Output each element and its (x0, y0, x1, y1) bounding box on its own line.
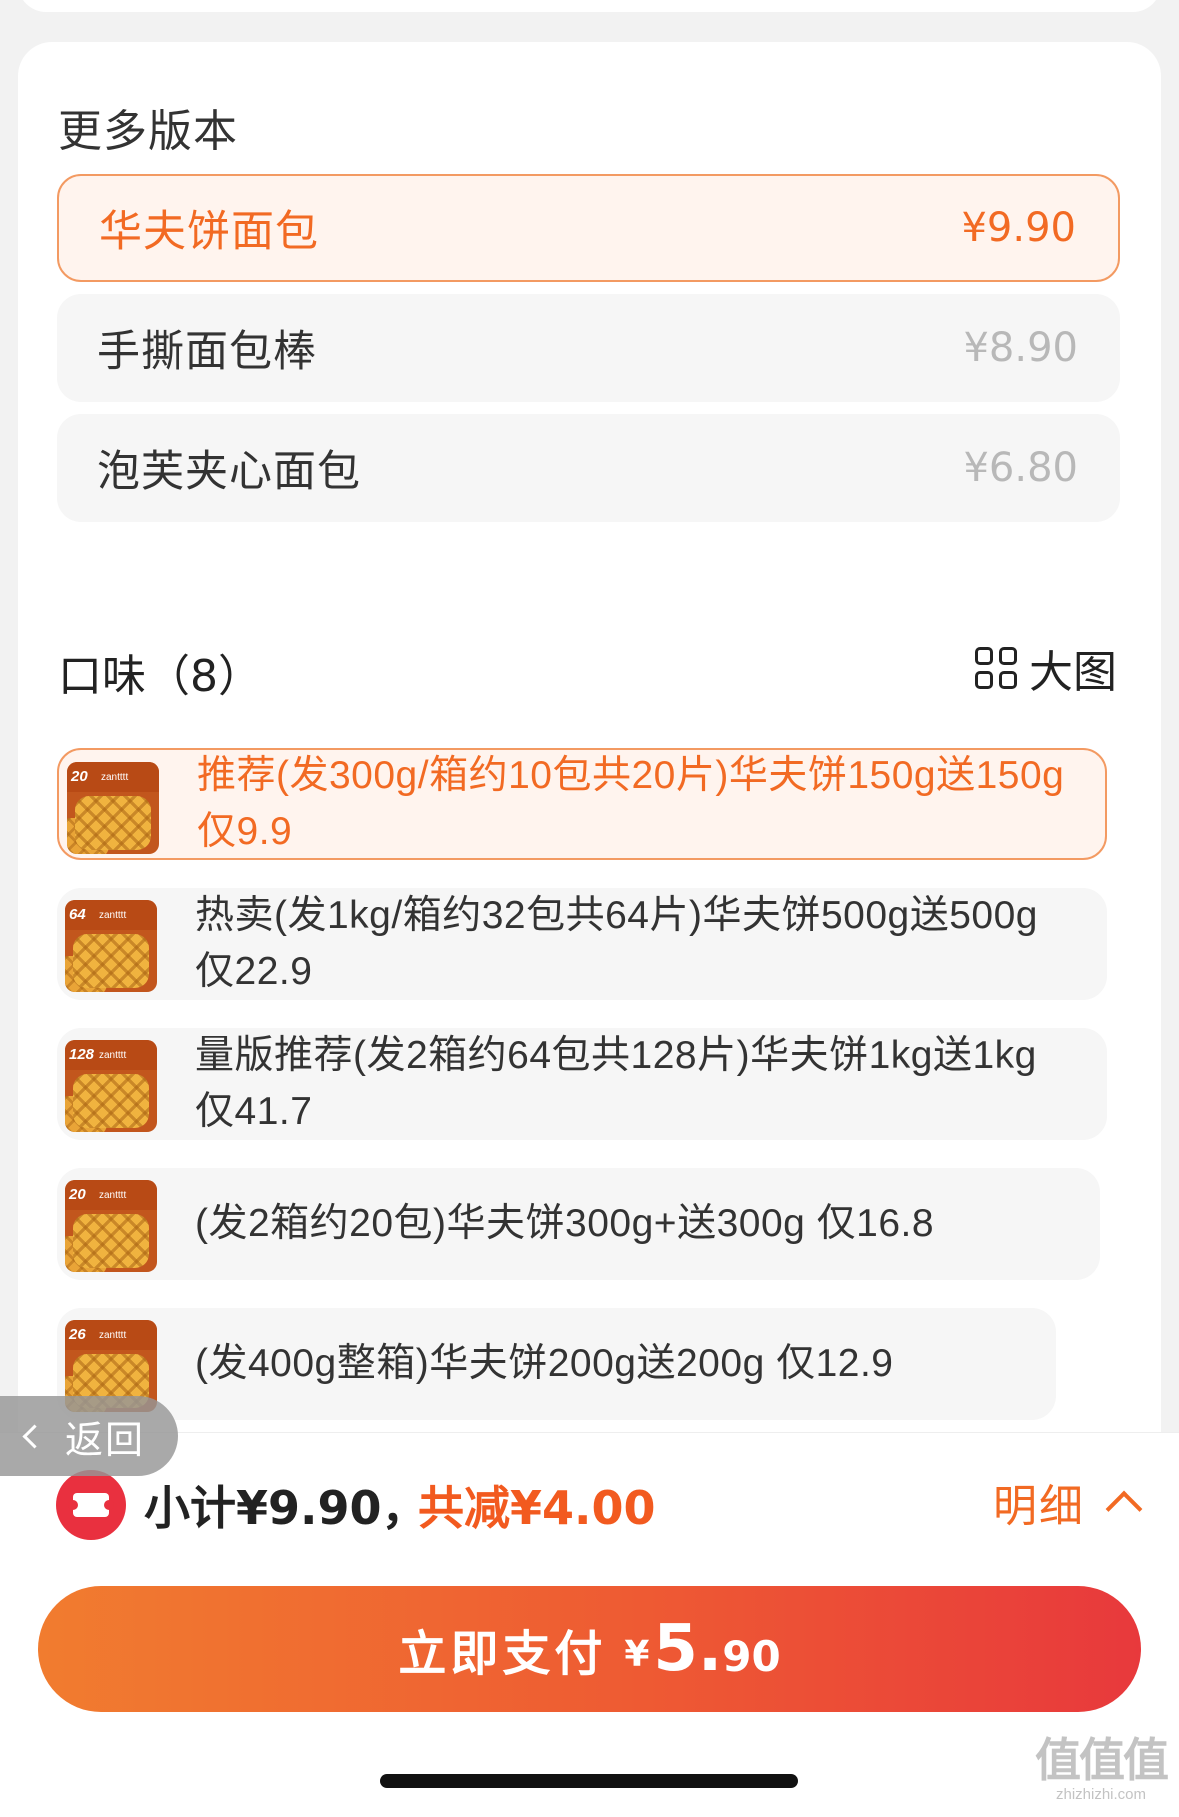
home-indicator[interactable] (380, 1774, 798, 1788)
subtotal-text: 小计¥9.90， (144, 1481, 428, 1535)
thumbnail-brand: zantttt (99, 910, 127, 921)
watermark-url: zhizhizhi.com (1055, 1786, 1147, 1803)
product-thumbnail: 20 zantttt (65, 1180, 157, 1272)
product-thumbnail: 128 zantttt (65, 1040, 157, 1132)
pay-now-button[interactable]: 立即支付 ¥ 5. 90 (38, 1586, 1141, 1712)
watermark-logo: 值值值 zhizhizhi.com (1026, 1736, 1176, 1814)
version-name: 手撕面包棒 (97, 327, 317, 377)
flavor-label: (发400g整箱)华夫饼200g送200g 仅12.9 (195, 1342, 894, 1385)
flavors-section-title: 口味（8） (58, 651, 262, 702)
flavor-label: 推荐(发300g/箱约10包共20片)华夫饼150g送150g 仅9.9 (197, 754, 1065, 853)
chevron-left-icon (22, 1423, 47, 1449)
product-thumbnail: 20 zantttt (67, 762, 159, 854)
version-option-bread-sticks[interactable]: 手撕面包棒 ¥8.90 (57, 294, 1120, 402)
thumbnail-badge: 26 (69, 1326, 86, 1343)
back-button[interactable]: 返回 (0, 1396, 178, 1476)
versions-section-title: 更多版本 (58, 106, 238, 157)
discount-text: 共减¥4.00 (418, 1481, 656, 1535)
thumbnail-badge: 20 (69, 1186, 86, 1203)
version-price: ¥9.90 (961, 205, 1076, 251)
version-name: 华夫饼面包 (99, 207, 319, 257)
back-label: 返回 (65, 1417, 146, 1462)
pay-currency: ¥ (624, 1633, 650, 1675)
thumbnail-badge: 128 (69, 1046, 95, 1063)
version-price: ¥6.80 (963, 445, 1078, 491)
version-option-puff-bread[interactable]: 泡芙夹心面包 ¥6.80 (57, 414, 1120, 522)
thumbnail-badge: 64 (69, 906, 86, 923)
detail-label: 明细 (993, 1481, 1085, 1532)
big-picture-label: 大图 (1029, 647, 1117, 698)
thumbnail-brand: zantttt (99, 1050, 127, 1061)
flavor-label: 热卖(发1kg/箱约32包共64片)华夫饼500g送500g 仅22.9 (195, 894, 1038, 993)
flavor-option[interactable]: 20 zantttt (发2箱约20包)华夫饼300g+送300g 仅16.8 (57, 1168, 1100, 1280)
flavor-option[interactable]: 128 zantttt 量版推荐(发2箱约64包共128片)华夫饼1kg送1kg… (57, 1028, 1107, 1140)
big-picture-toggle[interactable]: 大图 (975, 640, 1117, 698)
flavor-label: (发2箱约20包)华夫饼300g+送300g 仅16.8 (195, 1202, 935, 1245)
product-thumbnail: 64 zantttt (65, 900, 157, 992)
previous-card (18, 0, 1161, 12)
flavor-label: 量版推荐(发2箱约64包共128片)华夫饼1kg送1kg 仅41.7 (195, 1034, 1037, 1133)
coupon-icon (56, 1470, 126, 1540)
pay-label: 立即支付 (398, 1626, 607, 1682)
flavor-option[interactable]: 20 zantttt 推荐(发300g/箱约10包共20片)华夫饼150g送15… (57, 748, 1107, 860)
thumbnail-brand: zantttt (101, 772, 129, 783)
watermark-main: 值值值 (1035, 1733, 1169, 1787)
version-name: 泡芙夹心面包 (97, 447, 361, 497)
flavor-option[interactable]: 64 zantttt 热卖(发1kg/箱约32包共64片)华夫饼500g送500… (57, 888, 1107, 1000)
pay-amount-dec: 90 (722, 1631, 781, 1681)
flavor-option[interactable]: 26 zantttt (发400g整箱)华夫饼200g送200g 仅12.9 (57, 1308, 1056, 1420)
thumbnail-brand: zantttt (99, 1190, 127, 1201)
version-price: ¥8.90 (963, 325, 1078, 371)
grid-view-icon (975, 647, 1017, 689)
chevron-up-icon (1105, 1490, 1143, 1528)
thumbnail-badge: 20 (71, 768, 88, 785)
thumbnail-brand: zantttt (99, 1330, 127, 1341)
version-option-waffle-bread[interactable]: 华夫饼面包 ¥9.90 (57, 174, 1120, 282)
pay-amount-int: 5. (653, 1612, 723, 1686)
price-detail-toggle[interactable]: 明细 (993, 1472, 1143, 1532)
